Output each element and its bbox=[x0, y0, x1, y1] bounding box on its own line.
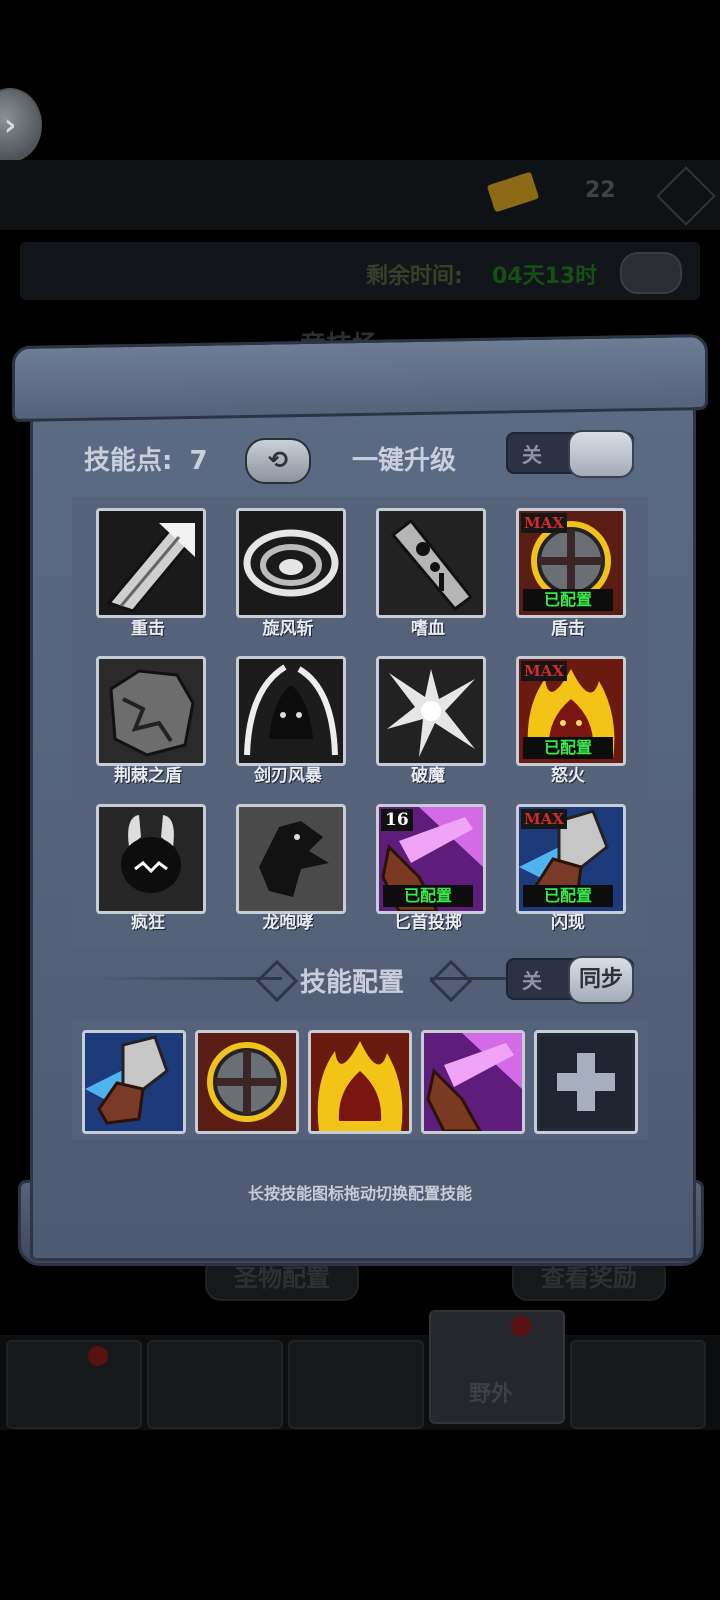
equipped-label: 已配置 bbox=[383, 885, 473, 907]
toggle-off-label: 关 bbox=[522, 969, 542, 993]
notification-dot bbox=[511, 1316, 531, 1336]
skill-slot-3[interactable] bbox=[308, 1030, 412, 1134]
add-icon-bar bbox=[577, 1053, 595, 1111]
ticket-count: 22 bbox=[585, 178, 616, 203]
skill-name: 龙咆哮 bbox=[262, 913, 314, 933]
skill-config-title: 技能配置 bbox=[300, 968, 405, 998]
reset-skill-points-button[interactable]: ⟲ bbox=[245, 438, 311, 484]
skill-name: 匕首投掷 bbox=[394, 913, 462, 933]
spell-break-icon bbox=[379, 659, 483, 763]
max-level-badge: MAX bbox=[521, 661, 567, 681]
timer-label: 剩余时间: bbox=[366, 264, 463, 289]
skill-slot-empty[interactable] bbox=[534, 1030, 638, 1134]
skill-name: 重击 bbox=[131, 619, 165, 639]
skill-heavy-strike[interactable] bbox=[96, 508, 206, 618]
skill-dagger-throw[interactable]: 16 已配置 bbox=[376, 804, 486, 914]
skill-name: 剑刃风暴 bbox=[254, 766, 322, 786]
max-level-badge: MAX bbox=[521, 513, 567, 533]
skill-spell-break[interactable] bbox=[376, 656, 486, 766]
skill-blink[interactable]: MAX 已配置 bbox=[516, 804, 626, 914]
skill-bloodthirst[interactable] bbox=[376, 508, 486, 618]
skill-points-label: 技能点: 7 bbox=[84, 440, 208, 477]
whirlwind-icon bbox=[239, 511, 343, 615]
skill-shield-bash[interactable]: MAX 已配置 bbox=[516, 508, 626, 618]
refresh-icon: ⟲ bbox=[267, 446, 289, 474]
nav-tab-label: 野外 bbox=[469, 1382, 514, 1407]
scroll-top-roll bbox=[12, 333, 708, 423]
skill-name: 旋风斩 bbox=[262, 619, 314, 639]
nav-tab-chest[interactable] bbox=[570, 1340, 706, 1429]
shield-bash-icon bbox=[198, 1033, 296, 1131]
nav-tab-wild[interactable]: 野外 bbox=[429, 1310, 565, 1424]
skill-name: 破魔 bbox=[411, 766, 445, 786]
nav-tab-town[interactable] bbox=[147, 1340, 283, 1429]
sync-toggle-knob: 同步 bbox=[568, 956, 634, 1004]
back-button[interactable]: › bbox=[0, 88, 42, 162]
chevron-right-icon: › bbox=[4, 108, 17, 143]
skill-bladestorm[interactable] bbox=[236, 656, 346, 766]
max-level-badge: MAX bbox=[521, 809, 567, 829]
skill-dragon-roar[interactable] bbox=[236, 804, 346, 914]
toggle-knob bbox=[568, 430, 634, 478]
sync-toggle[interactable]: 关 同步 bbox=[506, 956, 634, 1004]
equipped-label: 已配置 bbox=[523, 737, 613, 759]
bloodthirst-icon bbox=[379, 511, 483, 615]
skill-whirlwind[interactable] bbox=[236, 508, 346, 618]
skill-frenzy[interactable] bbox=[96, 804, 206, 914]
skill-name: 荆棘之盾 bbox=[114, 766, 182, 786]
skill-slot-2[interactable] bbox=[195, 1030, 299, 1134]
skill-name: 嗜血 bbox=[411, 619, 445, 639]
skill-points-text: 技能点: bbox=[84, 446, 173, 476]
skill-name: 怒火 bbox=[551, 766, 585, 786]
dragon-roar-icon bbox=[239, 807, 343, 911]
divider-left bbox=[92, 977, 282, 980]
equipped-label: 已配置 bbox=[523, 885, 613, 907]
skill-name: 疯狂 bbox=[131, 913, 165, 933]
one-key-upgrade-toggle[interactable]: 关 bbox=[506, 430, 634, 478]
skill-name: 闪现 bbox=[551, 913, 585, 933]
timer-refresh-button[interactable] bbox=[620, 252, 682, 294]
timer-value: 04天13时 bbox=[492, 264, 598, 289]
level-badge: 16 bbox=[381, 809, 413, 831]
bladestorm-icon bbox=[239, 659, 343, 763]
skill-fury[interactable]: MAX 已配置 bbox=[516, 656, 626, 766]
skill-slot-4[interactable] bbox=[421, 1030, 525, 1134]
nav-tab-battle[interactable] bbox=[288, 1340, 424, 1429]
skill-slot-1[interactable] bbox=[82, 1030, 186, 1134]
skill-name: 盾击 bbox=[551, 619, 585, 639]
toggle-off-label: 关 bbox=[522, 443, 542, 467]
timer-bar bbox=[20, 242, 700, 300]
thorn-shield-icon bbox=[99, 659, 203, 763]
skill-points-value: 7 bbox=[189, 446, 208, 476]
skill-thorn-shield[interactable] bbox=[96, 656, 206, 766]
heavy-strike-icon bbox=[99, 511, 203, 615]
blink-icon bbox=[85, 1033, 183, 1131]
nav-tab-camp[interactable] bbox=[6, 1340, 142, 1429]
dagger-throw-icon bbox=[424, 1033, 522, 1131]
one-key-upgrade-label: 一键升级 bbox=[352, 446, 457, 476]
drag-hint-text: 长按技能图标拖动切换配置技能 bbox=[247, 1184, 472, 1203]
fury-icon bbox=[311, 1033, 409, 1131]
frenzy-icon bbox=[99, 807, 203, 911]
notification-dot bbox=[88, 1346, 108, 1366]
equipped-label: 已配置 bbox=[523, 589, 613, 611]
